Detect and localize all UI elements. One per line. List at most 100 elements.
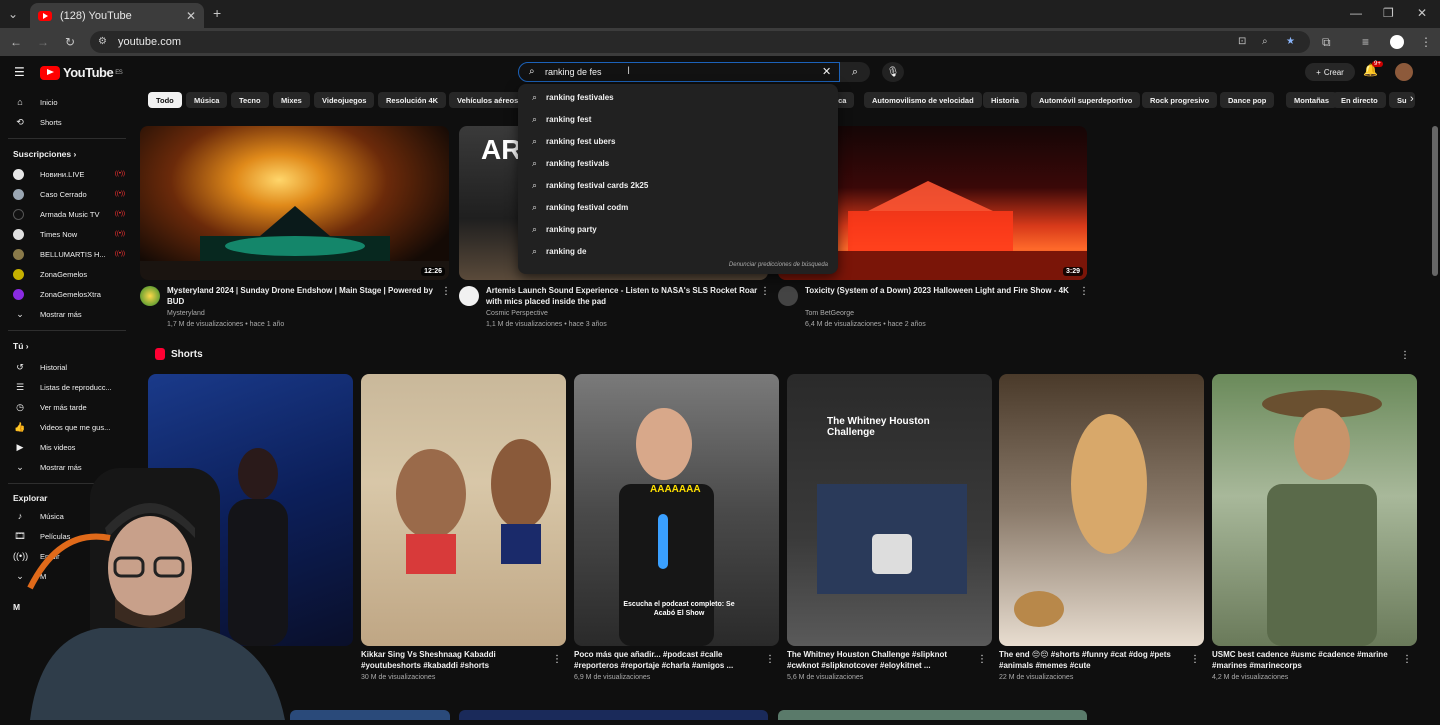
sidebar-item-historial[interactable]: ↺ Historial (13, 360, 125, 374)
short-title[interactable]: Poco más que añadir... #podcast #calle #… (574, 650, 754, 671)
short-thumbnail[interactable] (1212, 374, 1417, 646)
sidebar-sub-item[interactable]: ZonaGemelosXtra (13, 287, 125, 301)
suggestion-item[interactable]: ⌕ ranking festivales (518, 86, 838, 108)
short-thumbnail[interactable] (361, 374, 566, 646)
next-row-thumbnail[interactable] (290, 710, 450, 720)
chip[interactable]: Tecno (231, 92, 269, 108)
page-scrollbar[interactable] (1432, 126, 1438, 276)
sidebar-sub-item[interactable]: Новини.LIVE ((•)) (13, 167, 125, 181)
next-row-thumbnail[interactable] (778, 710, 1087, 720)
voice-search-button[interactable]: 🎙 (882, 62, 904, 82)
short-menu-icon[interactable]: ⋮ (977, 654, 987, 665)
site-info-icon[interactable]: ⚙ (98, 35, 107, 49)
sidebar-sub-item[interactable]: Caso Cerrado ((•)) (13, 187, 125, 201)
short-menu-icon[interactable]: ⋮ (765, 654, 775, 665)
suggestion-item[interactable]: ⌕ ranking festival cards 2k25 (518, 174, 838, 196)
short-title[interactable]: The Whitney Houston Challenge #slipknot … (787, 650, 967, 671)
sidebar-sub-item[interactable]: Armada Music TV ((•)) (13, 207, 125, 221)
short-title[interactable]: The end 😔😔 #shorts #funny #cat #dog #pet… (999, 650, 1179, 671)
video-title[interactable]: Mysteryland 2024 | Sunday Drone Endshow … (167, 286, 452, 307)
suggestion-item[interactable]: ⌕ ranking festivals (518, 152, 838, 174)
suggestion-item[interactable]: ⌕ ranking festival codm (518, 196, 838, 218)
video-menu-icon[interactable]: ⋮ (441, 286, 451, 297)
sidebar-sub-item[interactable]: BELLUMARTIS H... ((•)) (13, 247, 125, 261)
zoom-icon[interactable]: ⌕ (1262, 35, 1268, 49)
sidebar-item-playlists[interactable]: ☰ Listas de reproducc... (13, 380, 125, 394)
short-title[interactable]: Kikkar Sing Vs Sheshnaag Kabaddi #youtub… (361, 650, 541, 671)
clear-search-icon[interactable]: ✕ (822, 65, 831, 78)
video-title[interactable]: Artemis Launch Sound Experience - Listen… (486, 286, 771, 307)
chip[interactable]: En directo (1333, 92, 1386, 108)
chip[interactable]: Mixes (273, 92, 310, 108)
channel-name[interactable]: Mysteryland (167, 309, 205, 320)
next-row-thumbnail[interactable] (459, 710, 768, 720)
channel-avatar[interactable] (140, 286, 160, 306)
menu-kebab-icon[interactable]: ⋮ (1420, 35, 1432, 49)
search-button[interactable]: ⌕ (840, 62, 870, 82)
chip[interactable]: Todo (148, 92, 182, 108)
chips-next-icon[interactable]: › (1410, 93, 1414, 105)
sidebar-item-inicio[interactable]: ⌂ Inicio (13, 95, 125, 109)
chip[interactable]: Automóvil superdeportivo (1031, 92, 1141, 108)
channel-name[interactable]: Tom BetGeorge (805, 309, 854, 320)
chip[interactable]: Música (186, 92, 228, 108)
sidebar-item-watch-later[interactable]: ◷ Ver más tarde (13, 400, 125, 414)
video-menu-icon[interactable]: ⋮ (1079, 286, 1089, 297)
sidebar-item-liked[interactable]: 👍 Videos que me gus... (13, 420, 125, 434)
chip[interactable]: Historia (983, 92, 1027, 108)
chip[interactable]: Rock progresivo (1142, 92, 1218, 108)
sidebar-item-shorts[interactable]: ⟲ Shorts (13, 115, 125, 129)
video-menu-icon[interactable]: ⋮ (760, 286, 770, 297)
suggestion-item[interactable]: ⌕ ranking party (518, 218, 838, 240)
subs-show-more[interactable]: ⌄ Mostrar más (13, 307, 125, 321)
subscriptions-header[interactable]: Suscripciones › (13, 149, 76, 159)
chip[interactable]: Videojuegos (314, 92, 375, 108)
chip[interactable]: Dance pop (1220, 92, 1275, 108)
short-thumbnail[interactable] (999, 374, 1204, 646)
sidebar-sub-item[interactable]: ZonaGemelos (13, 267, 125, 281)
forward-icon[interactable]: → (37, 35, 49, 49)
sidebar-item-my-videos[interactable]: ▶ Mis videos (13, 440, 125, 454)
install-icon[interactable]: ⊡ (1238, 35, 1246, 49)
chip[interactable]: Automovilismo de velocidad (864, 92, 982, 108)
new-tab-button[interactable]: + (213, 6, 221, 20)
video-thumbnail[interactable]: 12:26 (140, 126, 449, 280)
close-window-button[interactable]: ✕ (1417, 6, 1427, 20)
create-button[interactable]: + Crear (1305, 63, 1355, 81)
suggestion-item[interactable]: ⌕ ranking fest ubers (518, 130, 838, 152)
sidebar-sub-item[interactable]: Times Now ((•)) (13, 227, 125, 241)
minimize-button[interactable]: — (1350, 6, 1362, 20)
short-thumbnail[interactable]: AAAAAAA Escucha el podcast completo: Se … (574, 374, 779, 646)
hamburger-menu-icon[interactable]: ☰ (14, 65, 25, 79)
chip[interactable]: Resolución 4K (378, 92, 447, 108)
tab-close-icon[interactable]: ✕ (186, 9, 196, 23)
suggestion-item[interactable]: ⌕ ranking de (518, 240, 838, 262)
channel-avatar[interactable] (459, 286, 479, 306)
browser-tab[interactable]: (128) YouTube ✕ (30, 3, 204, 28)
extensions-icon[interactable]: ⧉ (1322, 35, 1331, 49)
restore-button[interactable]: ❐ (1383, 6, 1394, 20)
short-menu-icon[interactable]: ⋮ (552, 654, 562, 665)
short-menu-icon[interactable]: ⋮ (1190, 654, 1200, 665)
chip[interactable]: Vehículos aéreos (449, 92, 527, 108)
youtube-logo[interactable]: YouTube ES (40, 65, 123, 80)
suggestion-item[interactable]: ⌕ ranking fest (518, 108, 838, 130)
media-icon[interactable]: ≡ (1362, 35, 1369, 49)
chip[interactable]: Montañas (1286, 92, 1338, 108)
channel-avatar[interactable] (778, 286, 798, 306)
url-field[interactable]: ⚙ youtube.com ⊡ ⌕ ★ (90, 31, 1310, 53)
video-title[interactable]: Toxicity (System of a Down) 2023 Hallowe… (805, 286, 1090, 297)
tab-search-icon[interactable]: ⌄ (8, 7, 18, 21)
short-title[interactable]: USMC best cadence #usmc #cadence #marine… (1212, 650, 1392, 671)
reload-icon[interactable]: ↻ (65, 35, 75, 49)
profile-icon[interactable] (1390, 35, 1404, 49)
channel-name[interactable]: Cosmic Perspective (486, 309, 548, 320)
bookmark-star-icon[interactable]: ★ (1286, 35, 1295, 49)
report-predictions-link[interactable]: Denunciar predicciones de búsqueda (729, 262, 828, 268)
you-header[interactable]: Tú › (13, 341, 29, 351)
short-menu-icon[interactable]: ⋮ (1402, 654, 1412, 665)
search-input[interactable]: ⌕ ranking de fes I ✕ (518, 62, 840, 82)
back-icon[interactable]: ← (10, 35, 22, 49)
shorts-menu-icon[interactable]: ⋮ (1400, 350, 1410, 361)
account-avatar[interactable] (1395, 63, 1413, 81)
